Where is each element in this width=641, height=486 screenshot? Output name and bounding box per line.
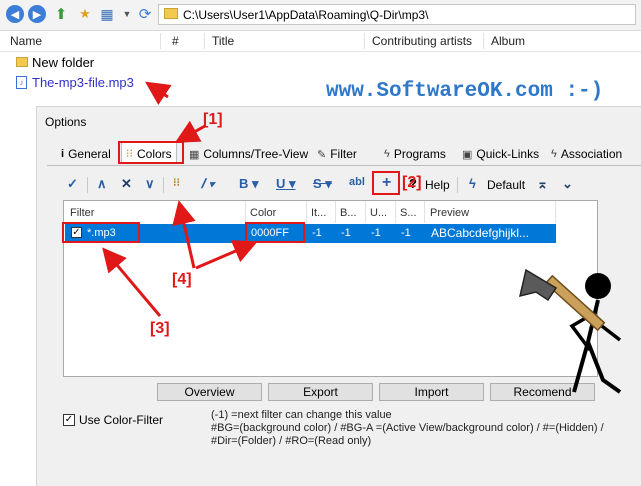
overview-button[interactable]: Overview: [157, 383, 262, 401]
tab-programs[interactable]: ϟ Programs: [384, 144, 446, 164]
grid-icon: ▦: [189, 148, 200, 161]
quicklinks-icon: ▣: [462, 148, 473, 161]
watermark: www.SoftwareOK.com :-): [326, 80, 604, 103]
cell-underline: -1: [371, 227, 381, 239]
move-down-icon[interactable]: ∨: [145, 176, 155, 192]
header-color[interactable]: Color: [250, 207, 276, 219]
export-button[interactable]: Export: [268, 383, 373, 401]
list-item[interactable]: ♪ The-mp3-file.mp3: [16, 75, 134, 90]
palette-icon[interactable]: ⁝⁝: [173, 176, 180, 189]
column-album[interactable]: Album: [491, 34, 525, 48]
up-arrow-icon[interactable]: ⬆: [52, 5, 70, 23]
recomend-button[interactable]: Recomend: [490, 383, 595, 401]
folder-icon: [16, 57, 28, 67]
move-bottom-icon[interactable]: ⌄: [562, 176, 573, 192]
association-icon: ϟ: [551, 148, 557, 160]
header-italic[interactable]: It...: [311, 207, 326, 219]
view-dropdown-icon[interactable]: ▼: [118, 5, 136, 23]
header-bold[interactable]: B...: [340, 207, 357, 219]
back-icon[interactable]: ◀: [6, 5, 24, 23]
new-folder-icon[interactable]: ★: [76, 5, 94, 23]
highlight-filter-row: [62, 222, 140, 243]
tab-quick-links[interactable]: ▣ Quick-Links: [462, 144, 539, 164]
column-contributing-artists[interactable]: Contributing artists: [372, 34, 472, 48]
view-icon[interactable]: ▦: [98, 5, 116, 23]
highlight-color-cell: [245, 222, 305, 243]
address-path: C:\Users\User1\AppData\Roaming\Q-Dir\mp3…: [183, 8, 429, 22]
underline-icon[interactable]: U ▾: [276, 176, 296, 192]
highlight-colors-tab: [118, 141, 184, 164]
header-preview[interactable]: Preview: [430, 207, 469, 219]
move-up-icon[interactable]: ∧: [97, 176, 107, 192]
column-number[interactable]: #: [172, 34, 179, 48]
tab-general[interactable]: i General: [61, 144, 111, 164]
italic-icon[interactable]: 𝐼 ▾: [201, 176, 215, 192]
preview-text-icon[interactable]: abl: [349, 176, 365, 188]
default-button[interactable]: Default: [487, 178, 525, 192]
cell-strike: -1: [401, 227, 411, 239]
highlight-add-button: [372, 171, 400, 195]
strikethrough-icon[interactable]: S ▾: [313, 176, 332, 192]
arrow-to-mp3-file: [145, 81, 172, 105]
column-name[interactable]: Name: [10, 34, 42, 48]
tab-columns-tree-view[interactable]: ▦ Columns/Tree-View: [189, 144, 308, 164]
explorer-toolbar: ◀ ▶ ⬆ ★ ▦ ▼ ⟳ C:\Users\User1\AppData\Roa…: [0, 0, 641, 31]
header-strike[interactable]: S...: [400, 207, 417, 219]
tab-filter[interactable]: ✎ Filter: [317, 144, 357, 164]
music-file-icon: ♪: [16, 76, 27, 89]
colors-toolbar: ✓ ∧ ✕ ∨ ⁝⁝ 𝐼 ▾ B ▾ U ▾ S ▾ abl + ? Help …: [57, 174, 612, 196]
lightning-icon: ϟ: [384, 148, 390, 160]
address-bar[interactable]: C:\Users\User1\AppData\Roaming\Q-Dir\mp3…: [158, 4, 636, 25]
header-underline[interactable]: U...: [370, 207, 387, 219]
annotation-label-3: [3]: [150, 320, 170, 337]
forward-icon[interactable]: ▶: [28, 5, 46, 23]
cell-preview: ABCabcdefghijkl...: [431, 226, 530, 240]
folder-icon: [164, 8, 178, 19]
annotation-label-2: [2]: [402, 174, 422, 191]
file-list-header: Name # Title Contributing artists Album: [0, 31, 641, 52]
annotation-label-1: [1]: [203, 111, 223, 128]
list-item[interactable]: New folder: [16, 55, 94, 70]
delete-icon[interactable]: ✕: [121, 176, 132, 192]
import-button[interactable]: Import: [379, 383, 484, 401]
file-name: The-mp3-file.mp3: [32, 75, 134, 90]
header-filter[interactable]: Filter: [70, 207, 94, 219]
filter-icon: ✎: [317, 148, 327, 161]
refresh-icon[interactable]: ⟳: [136, 5, 154, 23]
checkmark-icon[interactable]: ✓: [67, 176, 78, 192]
column-title[interactable]: Title: [212, 34, 234, 48]
tab-association[interactable]: ϟ Association: [551, 144, 622, 164]
help-text: (-1) =next filter can change this value …: [211, 409, 604, 447]
move-top-icon[interactable]: ⌅: [537, 176, 548, 192]
help-button[interactable]: Help: [425, 178, 450, 192]
use-color-filter-checkbox[interactable]: ✓: [63, 414, 75, 426]
cell-italic: -1: [312, 227, 322, 239]
info-icon: i: [61, 148, 65, 160]
cell-bold: -1: [341, 227, 351, 239]
dialog-title: Options: [45, 115, 87, 129]
file-name: New folder: [32, 55, 95, 70]
bold-icon[interactable]: B ▾: [239, 176, 259, 192]
annotation-label-4: [4]: [172, 271, 192, 288]
filter-table: Filter Color It... B... U... S... Previe…: [63, 200, 598, 377]
default-lightning-icon[interactable]: ϟ: [469, 176, 476, 191]
use-color-filter[interactable]: ✓ Use Color-Filter: [63, 413, 163, 427]
